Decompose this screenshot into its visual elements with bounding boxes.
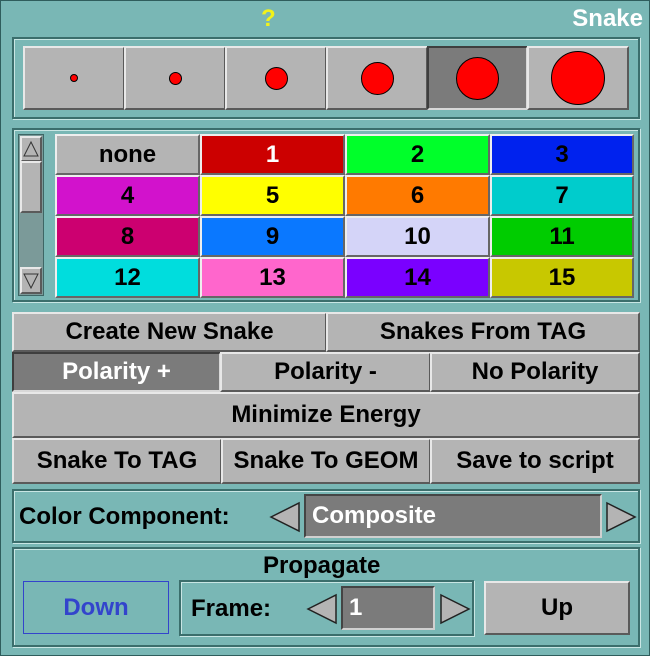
color-component-next-arrow-icon[interactable] [605,501,637,533]
label-cell[interactable]: 12 [55,257,200,298]
brush-size-3-button[interactable] [225,46,327,110]
color-component-prev-arrow-icon[interactable] [269,501,301,533]
brush-dot-icon [168,71,182,85]
propagate-up-button[interactable]: Up [484,581,630,635]
polarity-minus-button[interactable]: Polarity - [220,352,431,392]
propagate-title: Propagate [263,552,381,579]
brush-size-1-button[interactable] [23,46,125,110]
polarity-plus-button[interactable]: Polarity + [12,352,221,392]
label-cell[interactable]: 9 [200,216,345,257]
frame-label: Frame: [191,595,272,622]
snake-to-geom-button[interactable]: Snake To GEOM [221,438,431,484]
scroll-down-button[interactable] [20,267,42,294]
title-bar: ? Snake [1,1,649,37]
label-cell[interactable]: 5 [200,175,345,216]
snakes-from-tag-button[interactable]: Snakes From TAG [326,312,640,352]
palette-scrollbar[interactable] [18,134,44,296]
brush-size-4-button[interactable] [326,46,428,110]
window-title: Snake [572,5,643,32]
snake-window: ? Snake none 1 2 3 4 5 6 7 8 9 10 11 12 13 14 15 Create… [0,0,650,656]
scroll-up-button[interactable] [20,136,42,162]
frame-value[interactable]: 1 [341,586,435,630]
snake-to-tag-button[interactable]: Snake To TAG [12,438,222,484]
label-cell[interactable]: 2 [345,134,490,175]
label-cell[interactable]: none [55,134,200,175]
label-cell[interactable]: 15 [490,257,634,298]
color-component-value[interactable]: Composite [304,494,602,538]
no-polarity-button[interactable]: No Polarity [430,352,640,392]
label-cell[interactable]: 14 [345,257,490,298]
brush-dot-icon [456,56,499,100]
save-to-script-button[interactable]: Save to script [430,438,640,484]
label-cell[interactable]: 13 [200,257,345,298]
label-cell[interactable]: 10 [345,216,490,257]
create-new-snake-button[interactable]: Create New Snake [12,312,327,352]
label-cell[interactable]: 6 [345,175,490,216]
label-cell[interactable]: 8 [55,216,200,257]
label-cell[interactable]: 3 [490,134,634,175]
arrow-down-icon [23,273,39,289]
brush-size-2-button[interactable] [124,46,226,110]
brush-size-5-button[interactable] [427,46,528,110]
brush-dot-icon [264,66,288,90]
label-cell[interactable]: 1 [200,134,345,175]
brush-dot-icon [551,51,605,105]
scroll-thumb[interactable] [20,161,42,213]
help-button[interactable]: ? [261,5,276,33]
propagate-down-button[interactable]: Down [23,581,169,634]
arrow-up-icon [23,140,39,157]
frame-prev-arrow-icon[interactable] [306,593,338,625]
label-cell[interactable]: 7 [490,175,634,216]
label-cell[interactable]: 4 [55,175,200,216]
color-component-label: Color Component: [19,503,230,530]
brush-size-6-button[interactable] [527,46,629,110]
brush-dot-icon [360,61,394,95]
label-cell[interactable]: 11 [490,216,634,257]
frame-next-arrow-icon[interactable] [439,593,471,625]
minimize-energy-button[interactable]: Minimize Energy [12,392,640,438]
brush-dot-icon [70,74,78,82]
